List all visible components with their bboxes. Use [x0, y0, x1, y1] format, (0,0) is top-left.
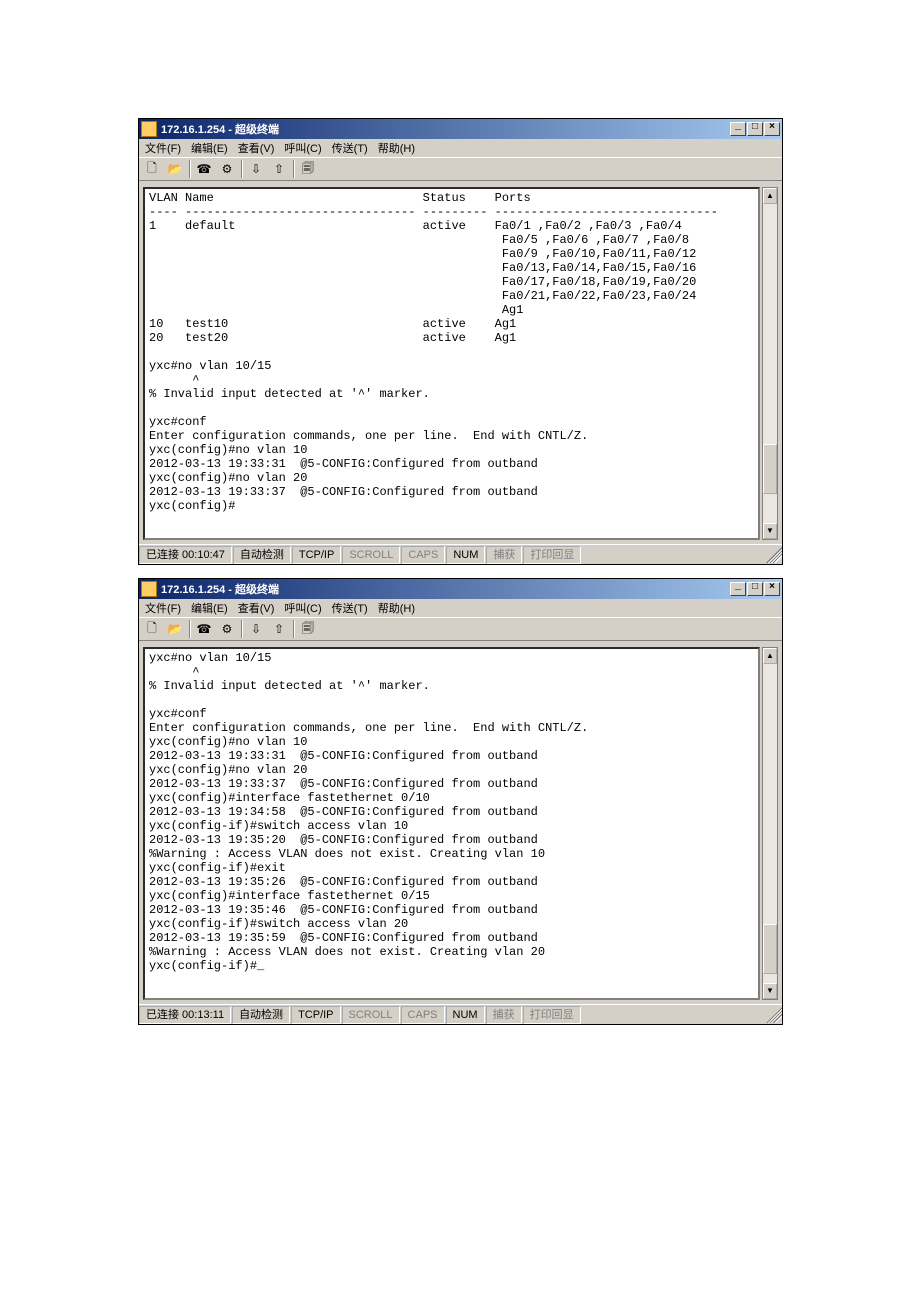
minimize-button[interactable]: _	[730, 122, 746, 136]
minimize-button[interactable]: _	[730, 582, 746, 596]
status-protocol: TCP/IP	[292, 546, 341, 564]
app-icon	[141, 121, 157, 137]
menu-file[interactable]: 文件(F)	[143, 140, 183, 156]
status-printecho: 打印回显	[523, 1006, 581, 1024]
menu-view[interactable]: 查看(V)	[236, 600, 277, 616]
status-caps: CAPS	[401, 1006, 445, 1024]
menu-help[interactable]: 帮助(H)	[376, 140, 417, 156]
statusbar: 已连接 00:10:47 自动检测 TCP/IP SCROLL CAPS NUM…	[139, 544, 782, 564]
separator	[241, 160, 242, 178]
status-connected: 已连接 00:10:47	[139, 546, 232, 564]
app-icon	[141, 581, 157, 597]
scroll-up-icon[interactable]: ▲	[763, 648, 777, 664]
window-title: 172.16.1.254 - 超级终端	[161, 121, 730, 137]
terminal[interactable]: yxc#no vlan 10/15 ^ % Invalid input dete…	[143, 647, 760, 1000]
separator	[189, 620, 190, 638]
client-area: VLAN Name Status Ports ---- ------------…	[139, 181, 782, 544]
vertical-scrollbar[interactable]: ▲ ▼	[762, 647, 778, 1000]
hyperterminal-window-1: 172.16.1.254 - 超级终端 _ □ × 文件(F) 编辑(E) 查看…	[138, 118, 783, 565]
status-num: NUM	[446, 1006, 485, 1024]
connect-icon[interactable]: ☎	[193, 619, 215, 639]
open-icon[interactable]: 📂	[164, 619, 186, 639]
status-printecho: 打印回显	[523, 546, 581, 564]
close-button[interactable]: ×	[764, 582, 780, 596]
separator	[293, 620, 294, 638]
open-icon[interactable]: 📂	[164, 159, 186, 179]
send-icon[interactable]: ⇩	[245, 159, 267, 179]
hyperterminal-window-2: 172.16.1.254 - 超级终端 _ □ × 文件(F) 编辑(E) 查看…	[138, 578, 783, 1025]
new-icon[interactable]: 🗋	[141, 159, 163, 179]
menu-transfer[interactable]: 传送(T)	[330, 600, 370, 616]
statusbar: 已连接 00:13:11 自动检测 TCP/IP SCROLL CAPS NUM…	[139, 1004, 782, 1024]
terminal-output: VLAN Name Status Ports ---- ------------…	[149, 191, 754, 513]
toolbar: 🗋 📂 ☎ ⚙ ⇩ ⇧ 🗐	[139, 617, 782, 641]
scroll-thumb[interactable]	[763, 444, 777, 494]
status-auto: 自动检测	[232, 1006, 290, 1024]
disconnect-icon[interactable]: ⚙	[216, 619, 238, 639]
status-protocol: TCP/IP	[291, 1006, 340, 1024]
maximize-button[interactable]: □	[747, 122, 763, 136]
scroll-up-icon[interactable]: ▲	[763, 188, 777, 204]
resize-grip-icon[interactable]	[766, 547, 782, 563]
titlebar[interactable]: 172.16.1.254 - 超级终端 _ □ ×	[139, 119, 782, 139]
menu-call[interactable]: 呼叫(C)	[282, 140, 323, 156]
menu-help[interactable]: 帮助(H)	[376, 600, 417, 616]
status-auto: 自动检测	[233, 546, 291, 564]
status-caps: CAPS	[401, 546, 445, 564]
menu-view[interactable]: 查看(V)	[236, 140, 277, 156]
toolbar: 🗋 📂 ☎ ⚙ ⇩ ⇧ 🗐	[139, 157, 782, 181]
window-title: 172.16.1.254 - 超级终端	[161, 581, 730, 597]
receive-icon[interactable]: ⇧	[268, 619, 290, 639]
send-icon[interactable]: ⇩	[245, 619, 267, 639]
scroll-down-icon[interactable]: ▼	[763, 983, 777, 999]
properties-icon[interactable]: 🗐	[297, 159, 319, 179]
menu-edit[interactable]: 编辑(E)	[189, 140, 230, 156]
menu-file[interactable]: 文件(F)	[143, 600, 183, 616]
separator	[293, 160, 294, 178]
menubar: 文件(F) 编辑(E) 查看(V) 呼叫(C) 传送(T) 帮助(H)	[139, 599, 782, 617]
status-scroll: SCROLL	[342, 546, 400, 564]
separator	[189, 160, 190, 178]
vertical-scrollbar[interactable]: ▲ ▼	[762, 187, 778, 540]
menu-transfer[interactable]: 传送(T)	[330, 140, 370, 156]
menu-call[interactable]: 呼叫(C)	[282, 600, 323, 616]
receive-icon[interactable]: ⇧	[268, 159, 290, 179]
status-capture: 捕获	[486, 546, 522, 564]
status-num: NUM	[446, 546, 485, 564]
terminal[interactable]: VLAN Name Status Ports ---- ------------…	[143, 187, 760, 540]
scroll-track[interactable]	[763, 664, 777, 983]
status-connected: 已连接 00:13:11	[139, 1006, 231, 1024]
connect-icon[interactable]: ☎	[193, 159, 215, 179]
scroll-thumb[interactable]	[763, 924, 777, 974]
status-capture: 捕获	[486, 1006, 522, 1024]
titlebar[interactable]: 172.16.1.254 - 超级终端 _ □ ×	[139, 579, 782, 599]
new-icon[interactable]: 🗋	[141, 619, 163, 639]
status-scroll: SCROLL	[342, 1006, 400, 1024]
scroll-track[interactable]	[763, 204, 777, 523]
resize-grip-icon[interactable]	[766, 1007, 782, 1023]
menu-edit[interactable]: 编辑(E)	[189, 600, 230, 616]
properties-icon[interactable]: 🗐	[297, 619, 319, 639]
scroll-down-icon[interactable]: ▼	[763, 523, 777, 539]
maximize-button[interactable]: □	[747, 582, 763, 596]
disconnect-icon[interactable]: ⚙	[216, 159, 238, 179]
client-area: yxc#no vlan 10/15 ^ % Invalid input dete…	[139, 641, 782, 1004]
terminal-output: yxc#no vlan 10/15 ^ % Invalid input dete…	[149, 651, 754, 973]
close-button[interactable]: ×	[764, 122, 780, 136]
separator	[241, 620, 242, 638]
menubar: 文件(F) 编辑(E) 查看(V) 呼叫(C) 传送(T) 帮助(H)	[139, 139, 782, 157]
